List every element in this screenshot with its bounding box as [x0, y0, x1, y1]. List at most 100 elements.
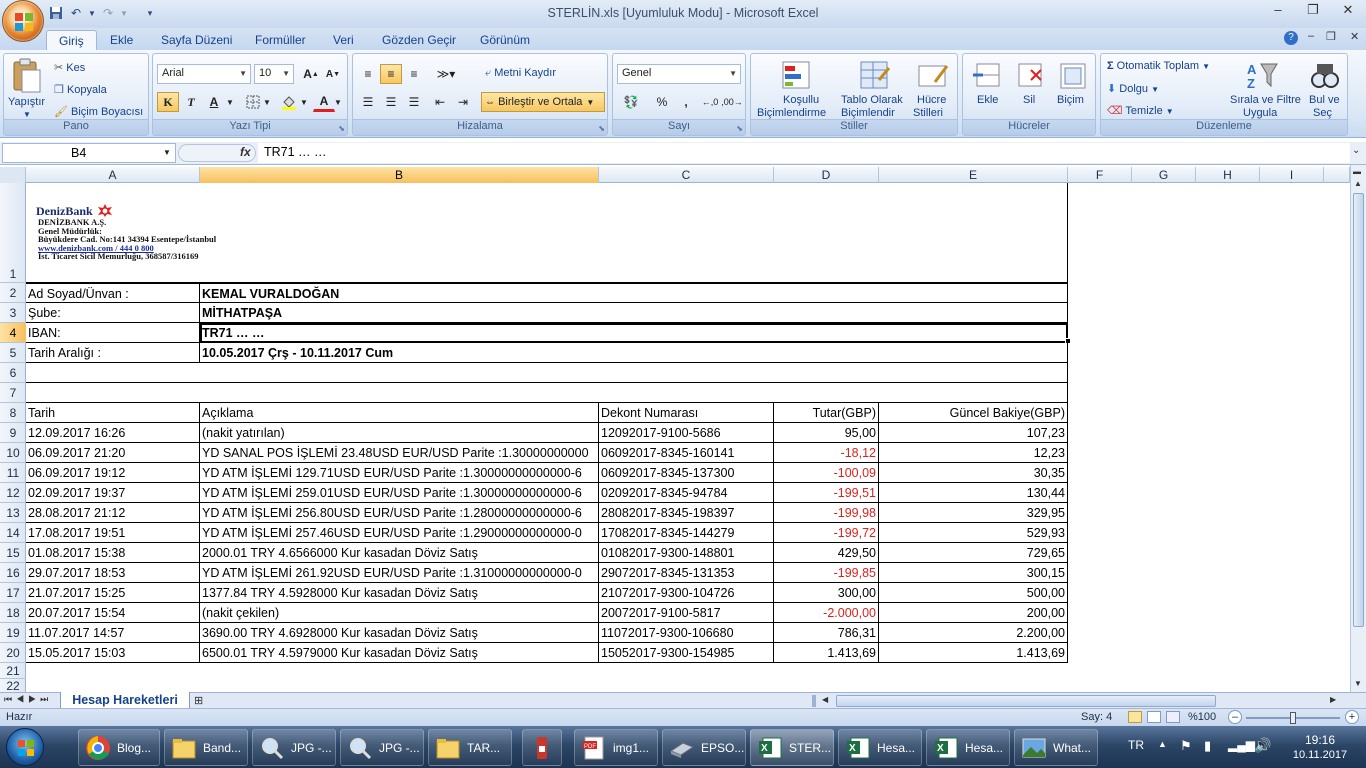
sheet-tab-active[interactable]: Hesap Hareketleri	[60, 692, 190, 709]
header-description[interactable]: Açıklama	[200, 403, 599, 423]
cell-date[interactable]: 20.07.2017 15:54	[26, 603, 200, 623]
split-box-icon[interactable]: ▬	[1353, 167, 1361, 176]
shrink-font-icon[interactable]: A ▼	[322, 64, 344, 84]
cell-date[interactable]: 02.09.2017 19:37	[26, 483, 200, 503]
office-button[interactable]	[2, 0, 44, 42]
font-color-icon[interactable]: A	[313, 92, 335, 112]
underline-button[interactable]: A	[203, 92, 225, 112]
cell-styles-icon[interactable]	[917, 60, 949, 92]
paste-icon[interactable]	[10, 58, 42, 93]
cell-balance[interactable]: 12,23	[879, 443, 1068, 463]
cell-amount[interactable]: -2.000,00	[774, 603, 879, 623]
column-header-f[interactable]: F	[1068, 167, 1132, 183]
cell-receipt-no[interactable]: 11072017-9300-106680	[599, 623, 774, 643]
autosum-button[interactable]: Σ Otomatik Toplam ▼	[1107, 60, 1210, 72]
cell-description[interactable]: 1377.84 TRY 4.5928000 Kur kasadan Döviz …	[200, 583, 599, 603]
cell-receipt-no[interactable]: 17082017-8345-144279	[599, 523, 774, 543]
orientation-icon[interactable]: ≫▾	[431, 64, 461, 84]
wrap-text-button[interactable]: ⤶ Metni Kaydır	[485, 67, 556, 80]
taskbar-item-jpg[interactable]: JPG -...	[340, 729, 424, 766]
tab-formuller[interactable]: Formüller	[245, 32, 316, 50]
row-header[interactable]: 3	[0, 303, 26, 323]
row-header[interactable]: 13	[0, 503, 26, 523]
row-header[interactable]: 6	[0, 363, 26, 383]
cell-amount[interactable]: -18,12	[774, 443, 879, 463]
header-date[interactable]: Tarih	[26, 403, 200, 423]
header-receipt-no[interactable]: Dekont Numarası	[599, 403, 774, 423]
cell-balance[interactable]: 2.200,00	[879, 623, 1068, 643]
tab-split-handle[interactable]	[812, 695, 816, 707]
cut-button[interactable]: ✂ Kes	[54, 61, 85, 74]
cell-amount[interactable]: 429,50	[774, 543, 879, 563]
tab-ekle[interactable]: Ekle	[100, 32, 143, 50]
logo-cell[interactable]: DenizBank DENİZBANK A.Ş. Genel Müdürlük:…	[26, 183, 1068, 283]
cell-amount[interactable]: 786,31	[774, 623, 879, 643]
worksheet-grid[interactable]: DenizBank DENİZBANK A.Ş. Genel Müdürlük:…	[26, 183, 1350, 693]
power-icon[interactable]: ▮	[1204, 738, 1211, 754]
delete-cells-label[interactable]: Sil	[1023, 94, 1035, 106]
row-header[interactable]: 7	[0, 383, 26, 403]
clock-date[interactable]: 10.11.2017	[1286, 749, 1354, 761]
sort-filter-label-2[interactable]: Uygula	[1243, 107, 1277, 119]
delete-cells-icon[interactable]	[1015, 60, 1047, 92]
find-select-label-2[interactable]: Seç	[1313, 107, 1332, 119]
row-header[interactable]: 10	[0, 443, 26, 463]
cell-balance[interactable]: 329,95	[879, 503, 1068, 523]
sort-filter-label[interactable]: Sırala ve Filtre	[1230, 94, 1301, 106]
merge-center-button[interactable]: ⇔ Birleştir ve Ortala ▼	[481, 92, 605, 112]
insert-function-icon[interactable]: fx	[240, 145, 251, 159]
zoom-in-icon[interactable]: +	[1345, 710, 1359, 724]
taskbar-item-excel[interactable]: X Hesa...	[838, 729, 922, 766]
save-icon[interactable]	[48, 5, 64, 21]
increase-decimal-icon[interactable]: ←,0	[699, 92, 721, 112]
dialog-launcher-icon[interactable]: ⬊	[598, 124, 605, 133]
cell-amount[interactable]: 300,00	[774, 583, 879, 603]
grow-font-icon[interactable]: A ▲	[300, 64, 322, 84]
align-top-icon[interactable]: ≡	[357, 64, 379, 84]
insert-sheet-icon[interactable]: ⊞	[194, 694, 203, 707]
fill-button[interactable]: ⬇ Dolgu ▼	[1107, 82, 1159, 95]
scroll-down-icon[interactable]: ▼	[1354, 679, 1362, 688]
percent-icon[interactable]: %	[651, 92, 673, 112]
number-format-combo[interactable]: Genel ▼	[617, 64, 741, 84]
find-select-icon[interactable]	[1309, 60, 1341, 92]
align-left-icon[interactable]: ☰	[357, 92, 379, 112]
help-icon[interactable]: ?	[1284, 31, 1298, 45]
cell-styles-label[interactable]: Hücre	[917, 94, 946, 106]
italic-button[interactable]: T	[180, 92, 202, 112]
font-name-combo[interactable]: Arial ▼	[157, 64, 251, 84]
cell-description[interactable]: YD ATM İŞLEMİ 129.71USD EUR/USD Parite :…	[200, 463, 599, 483]
cell-amount[interactable]: -199,85	[774, 563, 879, 583]
tab-veri[interactable]: Veri	[323, 32, 364, 50]
show-hidden-icons[interactable]: ▲	[1158, 739, 1167, 749]
copy-button[interactable]: ❐ Kopyala	[54, 83, 107, 96]
tab-sayfa-duzeni[interactable]: Sayfa Düzeni	[151, 32, 242, 50]
column-header-d[interactable]: D	[774, 167, 879, 183]
row-header[interactable]: 17	[0, 583, 26, 603]
cell-date[interactable]: 06.09.2017 19:12	[26, 463, 200, 483]
iban-label-cell[interactable]: IBAN:	[26, 323, 200, 343]
cell-description[interactable]: YD ATM İŞLEMİ 261.92USD EUR/USD Parite :…	[200, 563, 599, 583]
normal-view-icon[interactable]	[1128, 711, 1142, 723]
row-header[interactable]: 18	[0, 603, 26, 623]
decrease-indent-icon[interactable]: ⇤	[429, 92, 451, 112]
tab-gorunum[interactable]: Görünüm	[470, 32, 540, 50]
select-all-button[interactable]	[0, 167, 26, 183]
conditional-formatting-label[interactable]: Koşullu	[783, 94, 819, 106]
paste-dropdown-icon[interactable]: ▼	[23, 110, 31, 119]
empty-merged-cell[interactable]	[26, 383, 1068, 403]
align-middle-icon[interactable]: ≡	[380, 64, 402, 84]
clear-button[interactable]: ⌫ Temizle ▼	[1107, 104, 1174, 117]
cell-receipt-no[interactable]: 21072017-9300-104726	[599, 583, 774, 603]
cell-balance[interactable]: 500,00	[879, 583, 1068, 603]
row-header[interactable]: 2	[0, 283, 26, 303]
cell-date[interactable]: 11.07.2017 14:57	[26, 623, 200, 643]
cell-date[interactable]: 06.09.2017 21:20	[26, 443, 200, 463]
ribbon-close-button[interactable]: ✕	[1350, 30, 1359, 43]
cell-amount[interactable]: -199,98	[774, 503, 879, 523]
row-header[interactable]: 8	[0, 403, 26, 423]
cell-receipt-no[interactable]: 15052017-9300-154985	[599, 643, 774, 663]
cell-balance[interactable]: 300,15	[879, 563, 1068, 583]
cell-description[interactable]: YD ATM İŞLEMİ 259.01USD EUR/USD Parite :…	[200, 483, 599, 503]
column-header-c[interactable]: C	[599, 167, 774, 183]
